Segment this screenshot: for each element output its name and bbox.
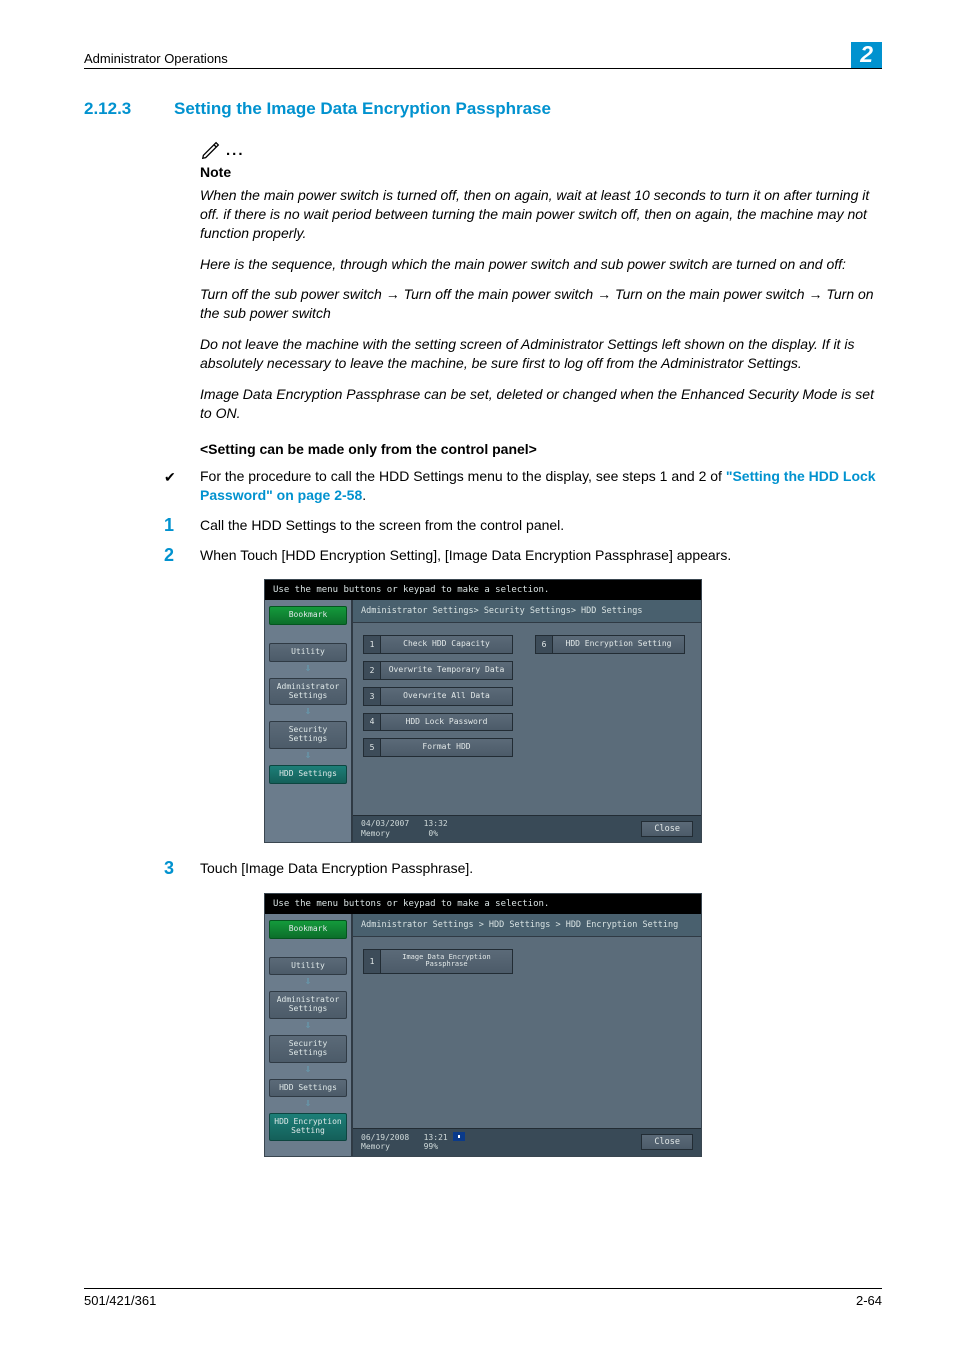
flag-icon [453, 1132, 465, 1141]
sidebar: Bookmark Utility ⇩ Administrator Setting… [265, 914, 351, 1156]
chevron-down-icon: ⇩ [269, 664, 347, 674]
chevron-down-icon: ⇩ [269, 707, 347, 717]
step-1-text: Call the HDD Settings to the screen from… [200, 516, 882, 536]
note-icon-row: ... [200, 139, 882, 161]
note-para-4: Do not leave the machine with the settin… [200, 335, 882, 373]
page-footer: 501/421/361 2-64 [84, 1288, 882, 1308]
sidebar-item-hdd-settings[interactable]: HDD Settings [269, 765, 347, 784]
status-datetime-memory: 04/03/2007 13:32 Memory 0% [361, 819, 448, 838]
note-pencil-icon [200, 139, 222, 161]
menu-overwrite-all-data[interactable]: 3Overwrite All Data [363, 687, 513, 706]
menu-format-hdd[interactable]: 5Format HDD [363, 738, 513, 757]
panel-instruction: Use the menu buttons or keypad to make a… [265, 894, 701, 914]
page-header: Administrator Operations 2 [84, 38, 882, 69]
menu-grid: 1Check HDD Capacity 6HDD Encryption Sett… [353, 623, 701, 815]
sidebar-item-utility[interactable]: Utility [269, 643, 347, 662]
step-1: 1 Call the HDD Settings to the screen fr… [164, 516, 882, 536]
step-3-text: Touch [Image Data Encryption Passphrase]… [200, 859, 882, 879]
sidebar-item-security-settings[interactable]: Security Settings [269, 721, 347, 749]
step-number: 3 [164, 859, 200, 879]
chevron-down-icon: ⇩ [269, 977, 347, 987]
sidebar-item-admin-settings[interactable]: Administrator Settings [269, 678, 347, 706]
breadcrumb: Administrator Settings > HDD Settings > … [353, 914, 701, 937]
step-2-text: When Touch [HDD Encryption Setting], [Im… [200, 546, 882, 566]
close-button[interactable]: Close [641, 1134, 693, 1150]
note-para-3: Turn off the sub power switch → Turn off… [200, 285, 882, 323]
page-number: 2-64 [856, 1293, 882, 1308]
model-numbers: 501/421/361 [84, 1293, 156, 1308]
close-button[interactable]: Close [641, 821, 693, 837]
sidebar-item-security-settings[interactable]: Security Settings [269, 1035, 347, 1063]
section-title: Setting the Image Data Encryption Passph… [174, 99, 882, 119]
chevron-down-icon: ⇩ [269, 751, 347, 761]
running-head: Administrator Operations [84, 51, 228, 66]
menu-image-data-encryption-passphrase[interactable]: 1Image Data Encryption Passphrase [363, 949, 513, 974]
bookmark-button[interactable]: Bookmark [269, 920, 347, 939]
bullet-trail: . [362, 487, 366, 503]
chapter-number-badge: 2 [851, 42, 882, 68]
chevron-down-icon: ⇩ [269, 1065, 347, 1075]
step-2: 2 When Touch [HDD Encryption Setting], [… [164, 546, 882, 566]
sidebar-item-hdd-settings[interactable]: HDD Settings [269, 1079, 347, 1098]
checkmark-icon: ✔ [164, 467, 200, 506]
sidebar-item-admin-settings[interactable]: Administrator Settings [269, 991, 347, 1019]
menu-overwrite-temp-data[interactable]: 2Overwrite Temporary Data [363, 661, 513, 680]
section-number: 2.12.3 [84, 99, 174, 119]
menu-grid: 1Image Data Encryption Passphrase [353, 937, 701, 1128]
note-para-5: Image Data Encryption Passphrase can be … [200, 385, 882, 423]
subheading: <Setting can be made only from the contr… [200, 441, 882, 457]
menu-check-hdd-capacity[interactable]: 1Check HDD Capacity [363, 635, 513, 654]
step-3: 3 Touch [Image Data Encryption Passphras… [164, 859, 882, 879]
step-number: 1 [164, 516, 200, 536]
sidebar-item-hdd-encryption-setting[interactable]: HDD Encryption Setting [269, 1113, 347, 1141]
note-para-1: When the main power switch is turned off… [200, 186, 882, 243]
note-heading: Note [200, 163, 882, 182]
status-datetime-memory: 06/19/2008 13:21 Memory 99% [361, 1132, 465, 1152]
menu-hdd-lock-password[interactable]: 4HDD Lock Password [363, 713, 513, 732]
panel-instruction: Use the menu buttons or keypad to make a… [265, 580, 701, 600]
ellipsis-icon: ... [226, 141, 245, 161]
step-number: 2 [164, 546, 200, 566]
sidebar: Bookmark Utility ⇩ Administrator Setting… [265, 600, 351, 842]
chevron-down-icon: ⇩ [269, 1099, 347, 1109]
procedure-bullet: ✔ For the procedure to call the HDD Sett… [164, 467, 882, 506]
screenshot-hdd-settings: Use the menu buttons or keypad to make a… [264, 579, 702, 843]
section-heading: 2.12.3 Setting the Image Data Encryption… [84, 99, 882, 119]
chevron-down-icon: ⇩ [269, 1021, 347, 1031]
menu-hdd-encryption-setting[interactable]: 6HDD Encryption Setting [535, 635, 685, 654]
breadcrumb: Administrator Settings> Security Setting… [353, 600, 701, 623]
sidebar-item-utility[interactable]: Utility [269, 957, 347, 976]
bookmark-button[interactable]: Bookmark [269, 606, 347, 625]
bullet-lead: For the procedure to call the HDD Settin… [200, 468, 726, 484]
screenshot-encryption-setting: Use the menu buttons or keypad to make a… [264, 893, 702, 1157]
note-para-2: Here is the sequence, through which the … [200, 255, 882, 274]
